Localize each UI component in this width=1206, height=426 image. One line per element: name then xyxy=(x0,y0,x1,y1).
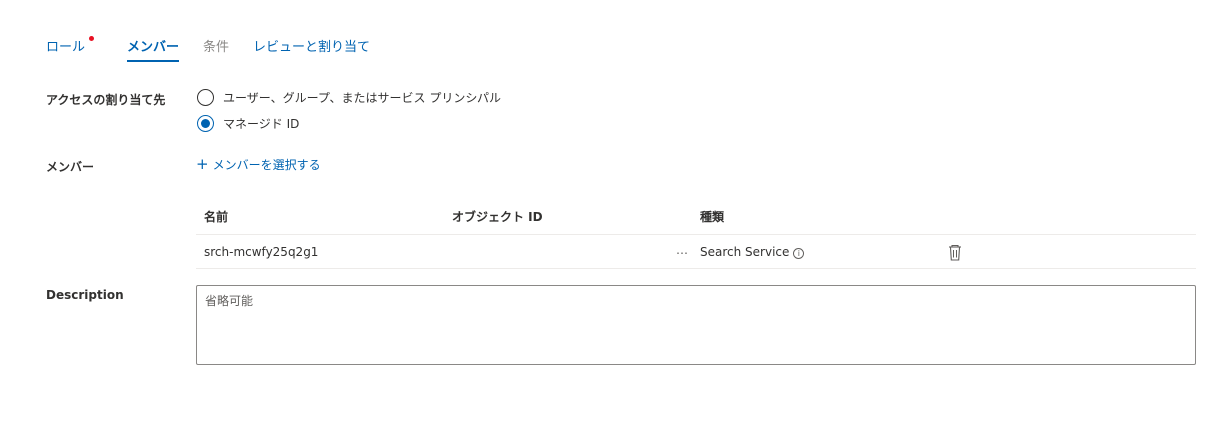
tab-conditions[interactable]: 条件 xyxy=(203,30,229,62)
more-icon[interactable]: … xyxy=(676,243,688,257)
radio-unchecked-icon[interactable] xyxy=(197,89,214,106)
select-members-link[interactable]: + メンバーを選択する xyxy=(196,156,321,173)
description-label: Description xyxy=(46,288,124,302)
table-header-divider xyxy=(196,234,1196,235)
plus-icon: + xyxy=(196,155,209,173)
radio-managed-identity[interactable]: マネージド ID xyxy=(197,115,299,132)
column-header-type: 種類 xyxy=(700,210,725,224)
column-header-name: 名前 xyxy=(204,210,229,224)
tab-review-assign-label: レビューと割り当て xyxy=(253,40,371,55)
required-indicator xyxy=(89,36,95,41)
role-assignment-members-page: ロール メンバー 条件 レビューと割り当て アクセスの割り当て先 ユーザー、グル… xyxy=(0,0,1206,426)
tab-role[interactable]: ロール xyxy=(46,30,95,62)
tab-members-label: メンバー xyxy=(127,40,180,55)
table-row-divider xyxy=(196,268,1196,269)
radio-user-group-sp[interactable]: ユーザー、グループ、またはサービス プリンシパル xyxy=(197,89,501,106)
tab-conditions-label: 条件 xyxy=(203,40,230,55)
tab-role-label: ロール xyxy=(46,40,86,55)
member-name: srch-mcwfy25q2g1 xyxy=(204,245,319,259)
delete-icon[interactable] xyxy=(947,244,963,261)
member-type: Search Service i xyxy=(700,245,805,259)
member-type-label: Search Service xyxy=(700,245,790,259)
info-icon[interactable]: i xyxy=(793,248,805,259)
description-input[interactable] xyxy=(196,285,1196,365)
radio-checked-icon[interactable] xyxy=(197,115,214,132)
members-label: メンバー xyxy=(46,160,95,174)
assign-access-label: アクセスの割り当て先 xyxy=(46,93,166,107)
column-header-object-id: オブジェクト ID xyxy=(452,210,543,224)
tab-members[interactable]: メンバー xyxy=(127,30,180,62)
tab-review-assign[interactable]: レビューと割り当て xyxy=(253,30,370,62)
radio-managed-identity-label: マネージド ID xyxy=(223,117,300,131)
radio-user-group-sp-label: ユーザー、グループ、またはサービス プリンシパル xyxy=(223,91,502,105)
select-members-label: メンバーを選択する xyxy=(212,158,321,172)
tab-bar: ロール メンバー 条件 レビューと割り当て xyxy=(46,30,394,64)
